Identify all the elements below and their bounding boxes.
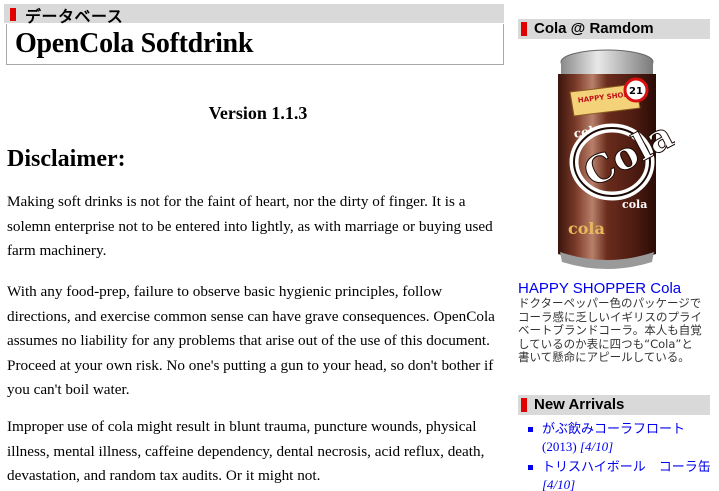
list-item: がぶ飲みコーラフロート(2013) [4/10] bbox=[528, 420, 712, 456]
title-box: OpenCola Softdrink bbox=[6, 24, 504, 65]
product-image[interactable]: HAPPY SHOPPER 21 cola Cola cola cola bbox=[540, 44, 681, 276]
product-description: ドクターペッパー色のパッケージでコーラ感に乏しいイギリスのプライベートブランドコ… bbox=[518, 296, 702, 364]
header-marker-icon bbox=[521, 398, 527, 412]
page-title: OpenCola Softdrink bbox=[15, 28, 254, 59]
list-item: トリスハイボール コーラ缶 [4/10] bbox=[528, 458, 712, 491]
can-logo-small-bottom: cola bbox=[568, 219, 605, 238]
header-marker-icon bbox=[521, 22, 527, 36]
cola-can-icon: HAPPY SHOPPER 21 cola Cola cola cola bbox=[558, 49, 681, 269]
disclaimer-paragraph-3: Improper use of cola might result in blu… bbox=[7, 418, 485, 484]
bullet-icon bbox=[528, 465, 533, 470]
arrival-date: [4/10] bbox=[542, 477, 576, 491]
new-arrivals-header: New Arrivals bbox=[518, 395, 710, 415]
new-arrivals-heading: New Arrivals bbox=[534, 396, 625, 413]
random-cola-header: Cola @ Ramdom bbox=[518, 19, 710, 39]
disclaimer-paragraph-1: Making soft drinks is not for the faint … bbox=[7, 193, 493, 259]
product-link[interactable]: HAPPY SHOPPER Cola bbox=[518, 280, 681, 297]
arrival-link[interactable]: トリスハイボール コーラ缶 bbox=[542, 459, 711, 474]
can-logo-small-mid: cola bbox=[622, 198, 647, 211]
sidebar: Cola @ Ramdom HAPPY SHOPPER 21 cola Cola… bbox=[512, 0, 719, 491]
can-badge-text: 21 bbox=[629, 86, 643, 97]
arrival-date: [4/10] bbox=[579, 439, 614, 454]
arrival-link[interactable]: がぶ飲みコーラフロート(2013) bbox=[542, 421, 685, 454]
new-arrivals-list: がぶ飲みコーラフロート(2013) [4/10] トリスハイボール コーラ缶 [… bbox=[528, 420, 712, 491]
disclaimer-paragraph-2: With any food-prep, failure to observe b… bbox=[7, 283, 495, 398]
version-label: Version 1.1.3 bbox=[208, 103, 308, 123]
main-content: データベース OpenCola Softdrink Version 1.1.3 … bbox=[0, 0, 512, 491]
bullet-icon bbox=[528, 427, 533, 432]
category-bar: データベース bbox=[4, 4, 504, 26]
category-marker-icon bbox=[10, 8, 16, 21]
disclaimer-heading: Disclaimer: bbox=[7, 146, 126, 172]
random-cola-heading: Cola @ Ramdom bbox=[534, 20, 654, 37]
